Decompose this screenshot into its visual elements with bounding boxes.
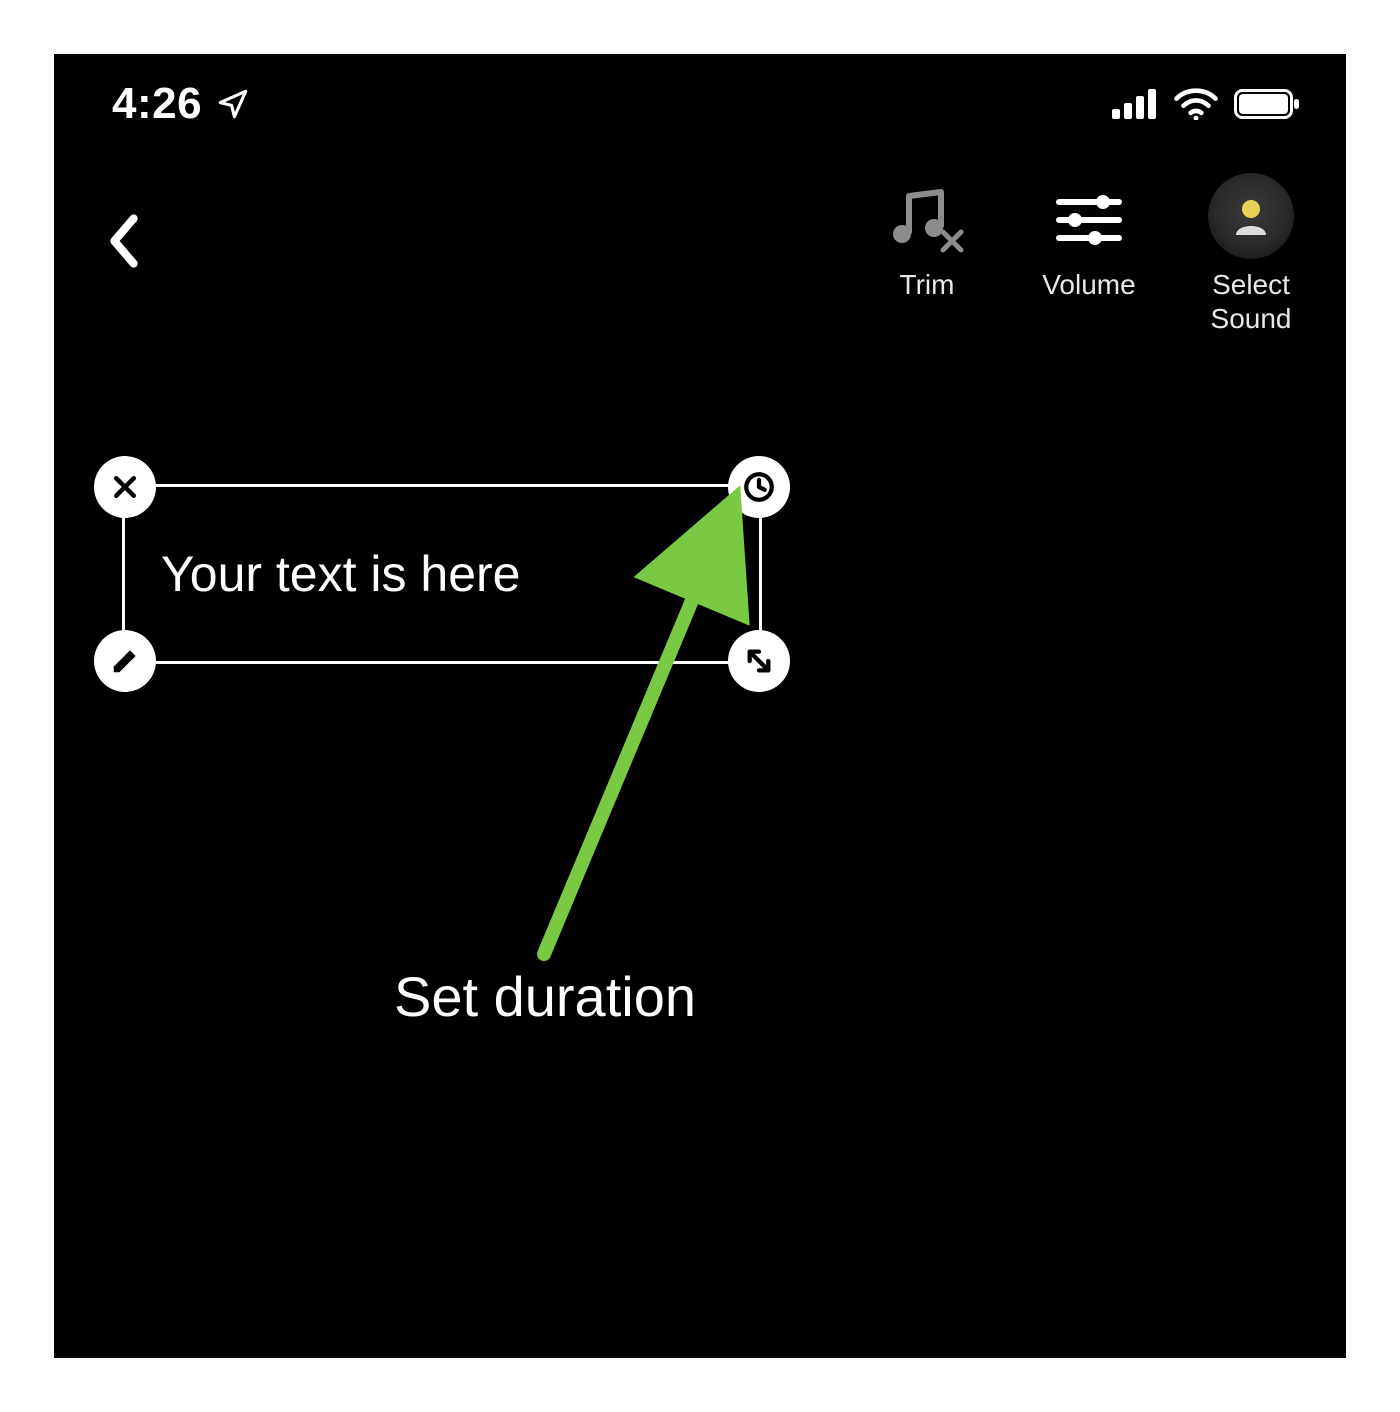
cellular-signal-icon: [1112, 89, 1158, 119]
back-button[interactable]: [104, 212, 144, 275]
trim-button[interactable]: Trim: [872, 184, 982, 302]
duration-handle[interactable]: [728, 456, 790, 518]
location-arrow-icon: [216, 87, 250, 121]
text-overlay-frame[interactable]: Your text is here: [122, 484, 762, 664]
delete-handle[interactable]: [94, 456, 156, 518]
resize-arrows-icon: [743, 645, 775, 677]
trim-label: Trim: [900, 268, 955, 302]
pencil-icon: [110, 646, 140, 676]
volume-label: Volume: [1042, 268, 1135, 302]
volume-button[interactable]: Volume: [1034, 184, 1144, 302]
music-trim-icon: [887, 184, 967, 256]
resize-handle[interactable]: [728, 630, 790, 692]
edit-handle[interactable]: [94, 630, 156, 692]
person-avatar-icon: [1208, 173, 1294, 259]
select-sound-button[interactable]: Select Sound: [1196, 184, 1306, 335]
wifi-icon: [1174, 88, 1218, 120]
clock-icon: [742, 470, 776, 504]
editor-header: Trim Volume: [54, 184, 1346, 354]
battery-icon: [1234, 89, 1300, 119]
annotation-label: Set duration: [394, 964, 696, 1029]
select-sound-label: Select Sound: [1211, 268, 1292, 335]
text-overlay-content[interactable]: Your text is here: [161, 487, 723, 661]
sliders-icon: [1053, 184, 1125, 256]
close-icon: [110, 472, 140, 502]
status-bar: 4:26: [54, 74, 1346, 134]
status-time: 4:26: [112, 79, 202, 129]
video-editor-screen: 4:26: [54, 54, 1346, 1358]
